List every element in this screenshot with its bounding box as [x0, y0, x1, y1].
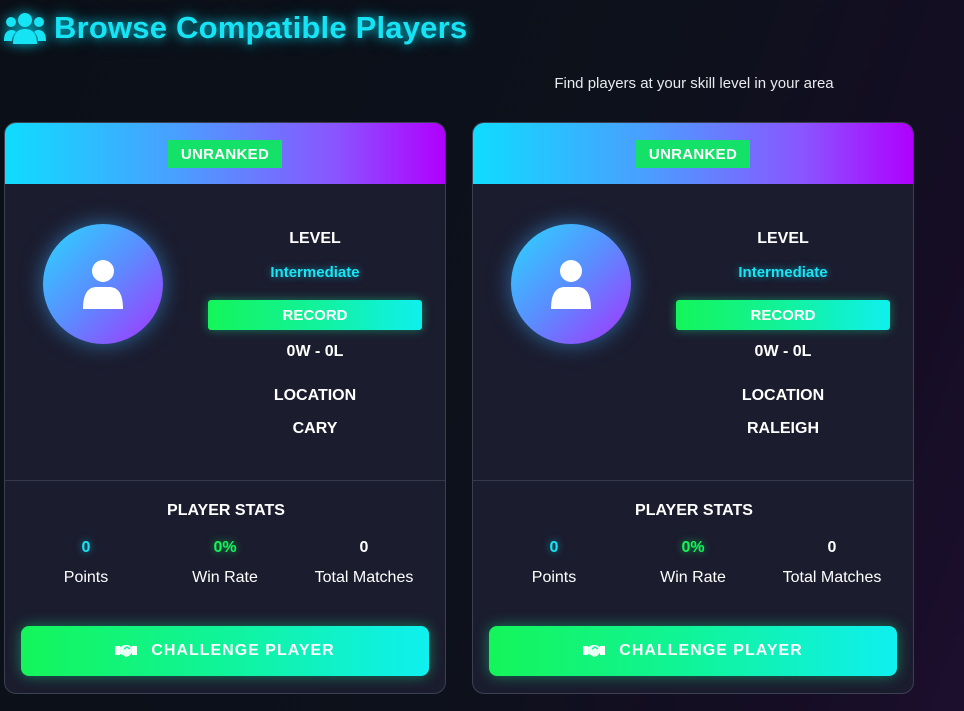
users-icon — [4, 13, 46, 44]
card-header: UNRANKED — [473, 123, 913, 184]
level-value: Intermediate — [270, 264, 360, 281]
page-title: Browse Compatible Players — [54, 10, 468, 45]
stat-points: 0 Points — [479, 539, 629, 587]
divider — [473, 480, 913, 481]
handshake-icon — [583, 645, 606, 657]
stat-label: Total Matches — [314, 569, 414, 586]
challenge-label: CHALLENGE PLAYER — [151, 642, 335, 659]
stat-label: Points — [63, 569, 109, 586]
location-label: LOCATION — [273, 387, 357, 404]
challenge-player-button[interactable]: CHALLENGE PLAYER — [489, 626, 897, 676]
stat-win-rate: 0% Win Rate — [150, 539, 300, 587]
handshake-icon — [115, 645, 138, 657]
stats-title: PLAYER STATS — [167, 502, 285, 519]
player-card: UNRANKED LEVEL Intermediate RECORD 0W - … — [4, 122, 446, 694]
avatar — [43, 224, 163, 344]
page-subtitle: Find players at your skill level in your… — [554, 75, 834, 92]
record-value: 0W - 0L — [754, 343, 812, 360]
stat-value: 0 — [81, 539, 91, 556]
stats-title: PLAYER STATS — [635, 502, 753, 519]
stat-label: Points — [531, 569, 577, 586]
avatar — [511, 224, 631, 344]
location-value: RALEIGH — [747, 420, 819, 437]
level-value: Intermediate — [738, 264, 828, 281]
stat-win-rate: 0% Win Rate — [618, 539, 768, 587]
location-value: CARY — [292, 420, 338, 437]
record-value: 0W - 0L — [286, 343, 344, 360]
stat-label: Win Rate — [660, 569, 726, 586]
location-label: LOCATION — [741, 387, 825, 404]
user-icon — [83, 260, 123, 309]
stat-value: 0 — [359, 539, 369, 556]
stat-value: 0% — [213, 539, 237, 556]
divider — [5, 480, 445, 481]
stat-value: 0% — [681, 539, 705, 556]
rank-badge: UNRANKED — [636, 140, 750, 168]
level-label: LEVEL — [289, 230, 341, 247]
level-label: LEVEL — [757, 230, 809, 247]
stat-total-matches: 0 Total Matches — [289, 539, 439, 587]
card-header: UNRANKED — [5, 123, 445, 184]
stat-label: Total Matches — [782, 569, 882, 586]
player-card: UNRANKED LEVEL Intermediate RECORD 0W - … — [472, 122, 914, 694]
challenge-label: CHALLENGE PLAYER — [619, 642, 803, 659]
record-label: RECORD — [676, 300, 890, 330]
stat-value: 0 — [549, 539, 559, 556]
challenge-player-button[interactable]: CHALLENGE PLAYER — [21, 626, 429, 676]
stat-label: Win Rate — [192, 569, 258, 586]
record-label: RECORD — [208, 300, 422, 330]
rank-badge: UNRANKED — [168, 140, 282, 168]
page-header: Browse Compatible Players — [4, 8, 467, 48]
stat-points: 0 Points — [11, 539, 161, 587]
user-icon — [551, 260, 591, 309]
stat-total-matches: 0 Total Matches — [757, 539, 907, 587]
stat-value: 0 — [827, 539, 837, 556]
